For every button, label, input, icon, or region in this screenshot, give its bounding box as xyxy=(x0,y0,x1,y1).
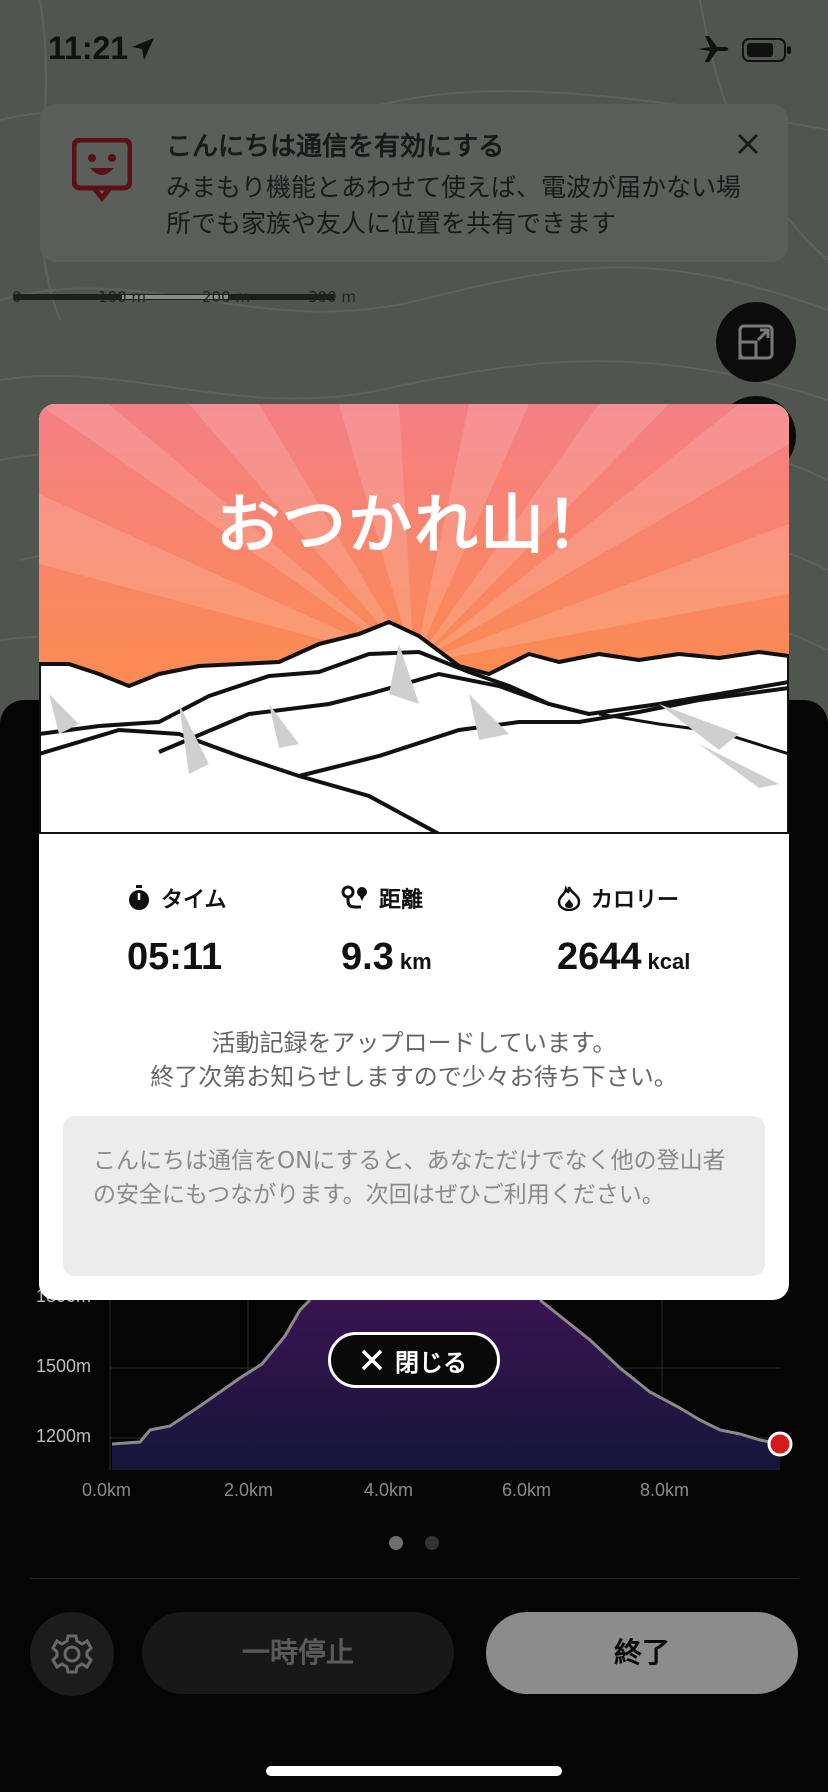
upload-message-line1: 活動記録をアップロードしています。 xyxy=(211,1029,617,1057)
battery-icon xyxy=(742,38,791,62)
konnichiwa-tsushin-icon xyxy=(72,138,132,202)
page-dot[interactable] xyxy=(425,1536,439,1550)
current-position-marker xyxy=(767,1431,793,1457)
flame-icon xyxy=(557,885,581,911)
stopwatch-icon xyxy=(129,885,149,910)
status-bar: 11:21 xyxy=(0,0,828,100)
y-label-1500: 1500m xyxy=(36,1356,92,1376)
upload-message: 活動記録をアップロードしています。 終了次第お知らせしますので少々お待ち下さい。 xyxy=(39,1026,789,1094)
close-icon xyxy=(737,133,759,155)
stat-time-label: タイム xyxy=(161,888,227,913)
close-button-label: 閉じる xyxy=(395,1348,467,1377)
scale-label-0: 0 xyxy=(12,288,22,306)
mountain-hero-illustration xyxy=(39,404,789,834)
upload-message-line2: 終了次第お知らせしますので少々お待ち下さい。 xyxy=(150,1063,678,1091)
x-label-0: 0.0km xyxy=(82,1480,132,1500)
stat-calories-unit: kcal xyxy=(647,949,691,974)
close-button[interactable]: 閉じる xyxy=(328,1332,500,1388)
stat-distance-unit: km xyxy=(399,949,432,974)
stat-time-value: 05:11 xyxy=(127,936,223,978)
airplane-mode-icon xyxy=(698,36,729,62)
scale-label-200: 200 m xyxy=(202,288,251,306)
end-button[interactable]: 終了 xyxy=(486,1612,798,1694)
x-label-8: 8.0km xyxy=(640,1480,690,1500)
stat-distance-label: 距離 xyxy=(379,888,424,913)
banner-body: みまもり機能とあわせて使えば、電波が届かない場所でも家族や友人に位置を共有できま… xyxy=(166,173,742,238)
banner-title: こんにちは通信を有効にする xyxy=(166,132,505,162)
close-icon xyxy=(361,1349,383,1371)
map-scale-bar xyxy=(14,294,334,300)
stat-distance: 距離 9.3 km xyxy=(341,882,432,979)
stat-time: タイム 05:11 xyxy=(127,882,227,979)
scale-label-300: 300 m xyxy=(308,288,357,306)
status-time: 11:21 xyxy=(48,30,129,66)
location-arrow-icon xyxy=(132,38,154,60)
gear-icon xyxy=(51,1634,93,1674)
divider xyxy=(30,1578,798,1579)
map-expand-button[interactable] xyxy=(716,302,796,382)
stat-calories: カロリー 2644 kcal xyxy=(557,882,690,979)
home-indicator[interactable] xyxy=(266,1766,562,1776)
info-box: こんにちは通信をONにすると、あなただけでなく他の登山者の安全にもつながります。… xyxy=(63,1116,765,1276)
x-label-6: 6.0km xyxy=(502,1480,552,1500)
scale-label-100: 100 m xyxy=(98,288,147,306)
x-label-2: 2.0km xyxy=(224,1480,274,1500)
x-label-4: 4.0km xyxy=(364,1480,414,1500)
stat-calories-value: 2644 xyxy=(557,936,642,978)
communication-banner[interactable]: こんにちは通信を有効にする みまもり機能とあわせて使えば、電波が届かない場所でも… xyxy=(40,104,788,262)
pause-button[interactable]: 一時停止 xyxy=(142,1612,454,1694)
banner-close-button[interactable] xyxy=(730,128,766,164)
y-label-1200: 1200m xyxy=(36,1426,92,1446)
page-dot-active[interactable] xyxy=(389,1536,403,1550)
stat-calories-label: カロリー xyxy=(591,888,680,913)
route-icon xyxy=(341,885,367,909)
completion-modal: おつかれ山！ タイム 05:11 距離 9.3 km カロリー 2644 kca… xyxy=(39,404,789,1300)
modal-title: おつかれ山！ xyxy=(216,489,612,563)
stat-distance-value: 9.3 xyxy=(341,936,394,978)
settings-button[interactable] xyxy=(30,1612,114,1696)
expand-icon xyxy=(738,324,774,360)
